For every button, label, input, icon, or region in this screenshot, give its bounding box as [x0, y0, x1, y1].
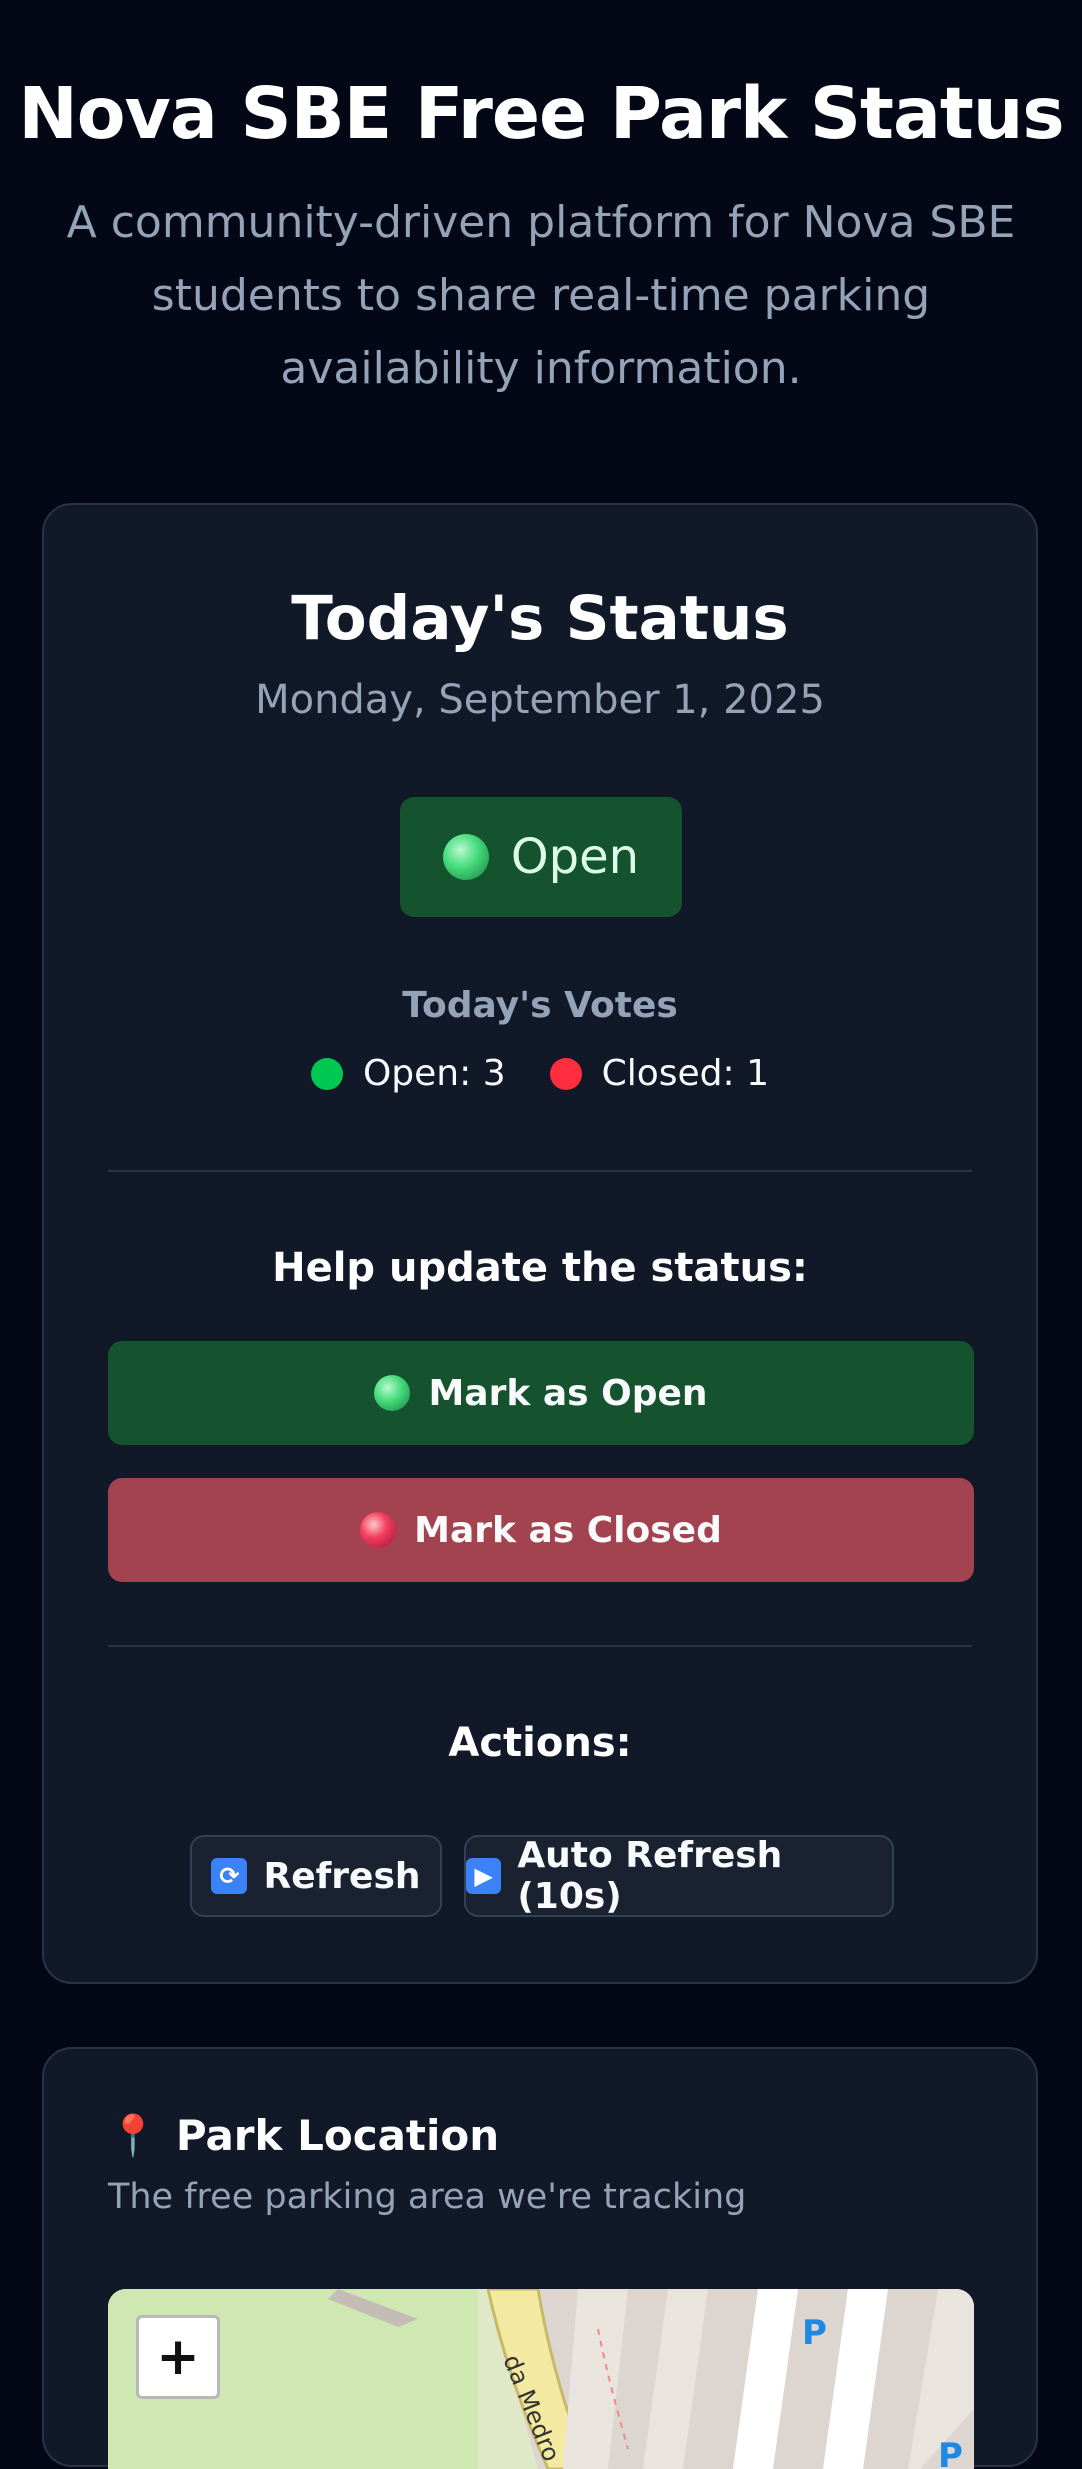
map-card-subtitle: The free parking area we're tracking [108, 2177, 747, 2217]
status-card: Today's Status Monday, September 1, 2025… [42, 503, 1038, 1984]
actions-label: Actions: [448, 1720, 632, 1766]
divider [108, 1170, 972, 1172]
green-orb-icon [374, 1375, 411, 1411]
zoom-in-button[interactable]: + [136, 2315, 220, 2399]
votes-row: Open: 3 Closed: 1 [44, 1053, 1036, 1094]
map-tiles: da Medro P P [108, 2289, 974, 2469]
votes-label: Today's Votes [402, 985, 678, 1026]
status-card-title: Today's Status [291, 583, 789, 654]
status-date: Monday, September 1, 2025 [255, 677, 825, 723]
mark-closed-button[interactable]: Mark as Closed [108, 1478, 974, 1582]
map-card-title: 📍 Park Location [108, 2111, 499, 2160]
status-badge: Open [400, 797, 682, 917]
help-label: Help update the status: [272, 1245, 808, 1291]
auto-refresh-label: Auto Refresh (10s) [517, 1835, 783, 1917]
red-dot-icon [549, 1057, 582, 1090]
page-header: Nova SBE Free Park Status A community-dr… [0, 0, 1082, 405]
parking-marker: P [802, 2313, 827, 2353]
play-icon: ▶ [466, 1858, 502, 1894]
vote-open-count: Open: 3 [362, 1053, 506, 1094]
refresh-icon: ⟳ [211, 1858, 248, 1894]
green-dot-icon [310, 1057, 343, 1090]
vote-closed: Closed: 1 [549, 1053, 770, 1094]
parking-marker: P [938, 2436, 963, 2469]
green-orb-icon [442, 834, 489, 880]
vote-open: Open: 3 [310, 1053, 506, 1094]
refresh-button[interactable]: ⟳ Refresh [190, 1835, 442, 1917]
red-orb-icon [360, 1512, 397, 1548]
map-card: 📍 Park Location The free parking area we… [42, 2047, 1038, 2469]
park-map[interactable]: da Medro P P + [108, 2289, 974, 2469]
auto-refresh-button[interactable]: ▶ Auto Refresh (10s) [464, 1835, 894, 1917]
refresh-label: Refresh [263, 1855, 421, 1897]
status-badge-label: Open [510, 829, 640, 885]
mark-open-label: Mark as Open [428, 1372, 708, 1414]
mark-closed-label: Mark as Closed [414, 1509, 722, 1551]
map-title-label: Park Location [175, 2111, 500, 2160]
vote-closed-count: Closed: 1 [601, 1053, 770, 1094]
pushpin-icon: 📍 [108, 2113, 158, 2159]
page-title: Nova SBE Free Park Status [18, 72, 1064, 155]
mark-open-button[interactable]: Mark as Open [108, 1341, 974, 1445]
divider [108, 1645, 972, 1647]
page-subtitle: A community-driven platform for Nova SBE… [66, 197, 1016, 394]
